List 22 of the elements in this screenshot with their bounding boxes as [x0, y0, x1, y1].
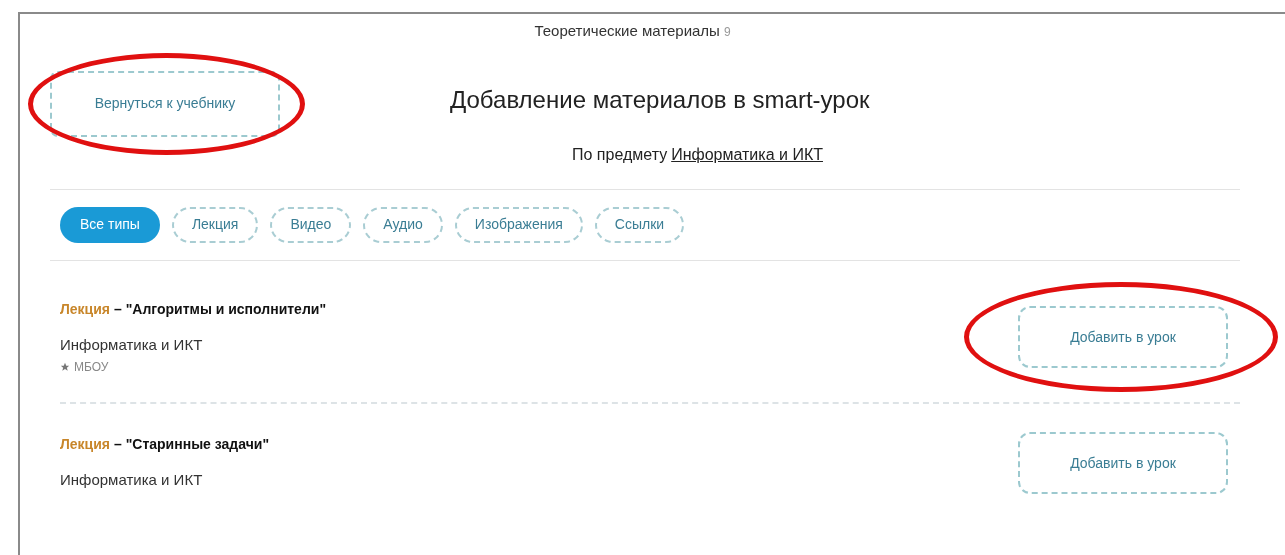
- add-to-lesson-button[interactable]: Добавить в урок: [1018, 306, 1228, 369]
- star-icon: [60, 362, 70, 372]
- filter-tab[interactable]: Изображения: [454, 206, 583, 243]
- subject-label: По предмету: [572, 144, 668, 165]
- material-subject: Информатика и ИКТ: [60, 334, 204, 355]
- filter-tab[interactable]: Аудио: [363, 206, 443, 243]
- add-to-lesson-button[interactable]: Добавить в урок: [1018, 432, 1228, 494]
- subject-link[interactable]: Информатика и ИКТ: [671, 142, 823, 167]
- material-title: – "Алгоритмы и исполнители": [114, 299, 327, 319]
- material-subject: Информатика и ИКТ: [60, 470, 204, 491]
- back-button[interactable]: Вернуться к учебнику: [50, 70, 280, 137]
- filter-tab[interactable]: Ссылки: [594, 206, 685, 243]
- filter-tab[interactable]: Видео: [270, 206, 352, 243]
- material-author: МБОУ: [74, 359, 109, 376]
- material-title: – "Старинные задачи": [114, 435, 270, 455]
- material-type: Лекция: [60, 299, 110, 319]
- filter-tab[interactable]: Все типы: [60, 206, 160, 243]
- page-heading: Добавление материалов в smart-урок: [450, 84, 870, 115]
- material-type: Лекция: [60, 435, 110, 455]
- item-count: 9: [723, 24, 731, 41]
- section-title: Теоретические материалы: [534, 21, 720, 41]
- filter-tab[interactable]: Лекция: [171, 206, 259, 243]
